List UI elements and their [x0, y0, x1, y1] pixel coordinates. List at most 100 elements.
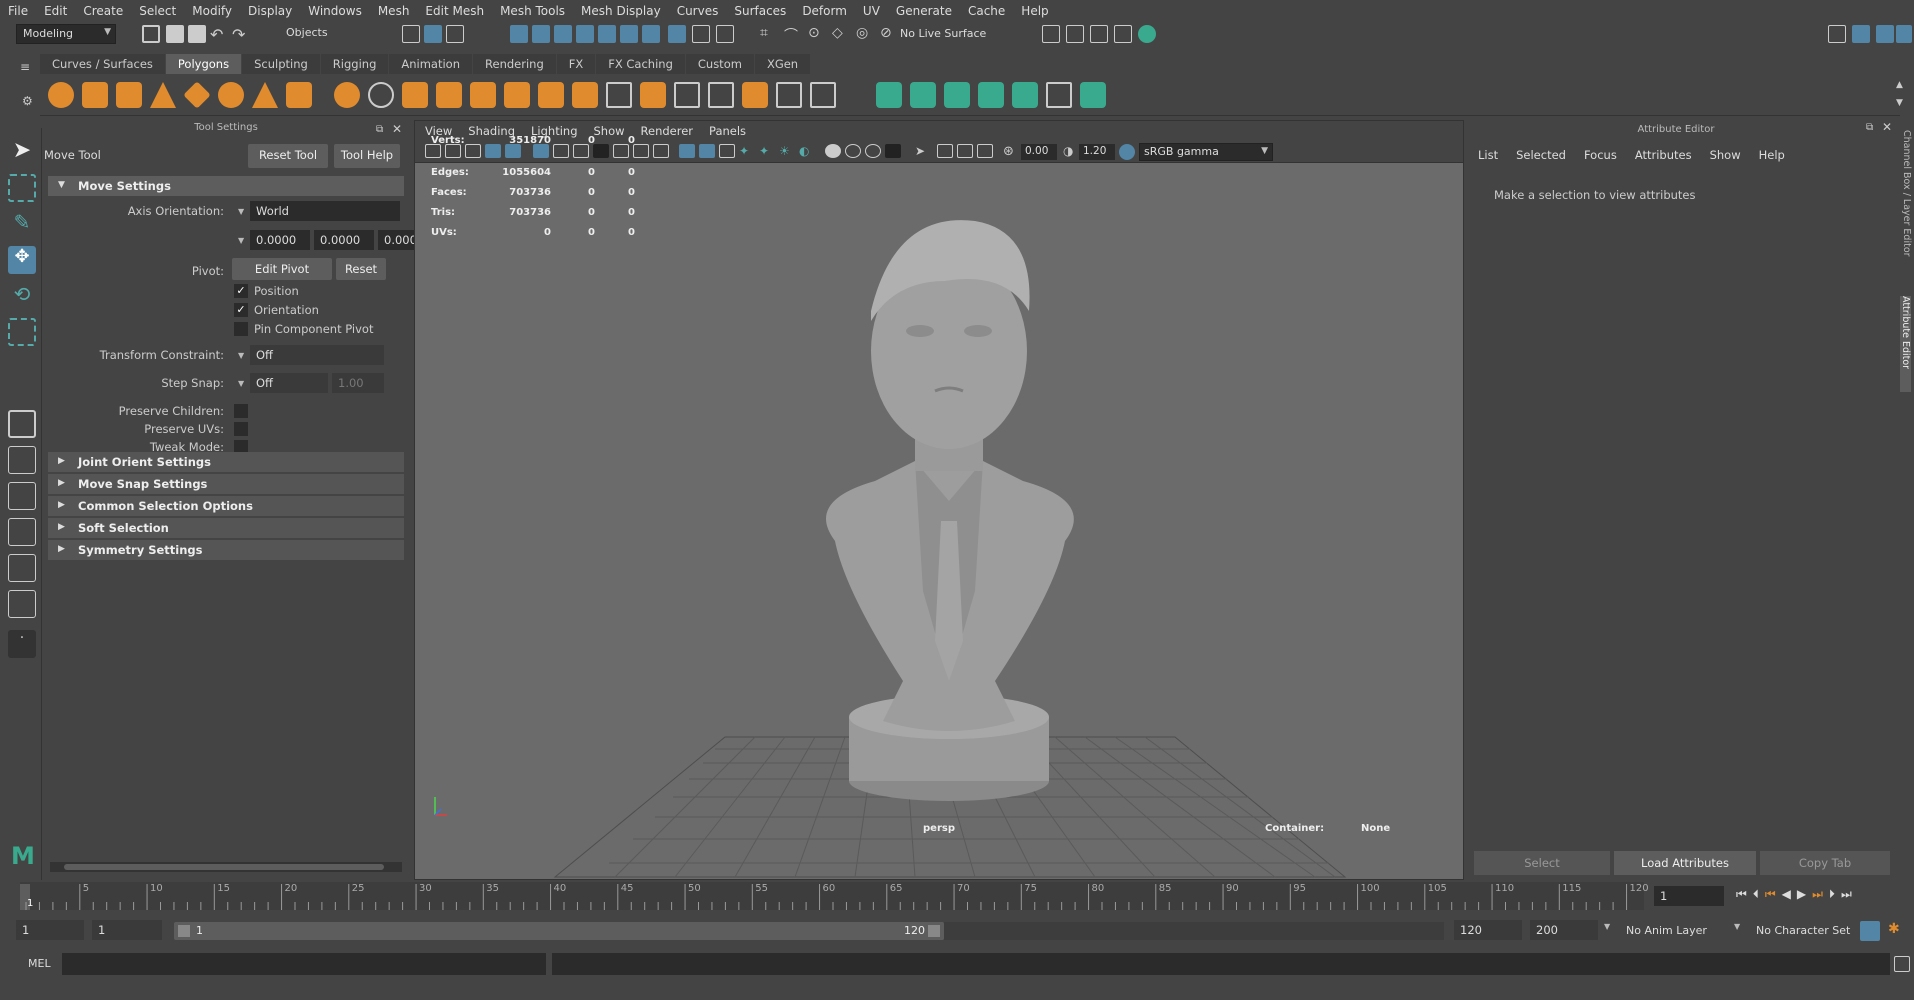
close-icon[interactable]: ✕	[1882, 120, 1892, 134]
horizontal-scrollbar[interactable]	[50, 862, 402, 872]
ae-tab-help[interactable]: Help	[1759, 148, 1785, 162]
shelf-tab-custom[interactable]: Custom	[685, 54, 754, 74]
persp-outliner-icon[interactable]	[8, 482, 36, 510]
poly-cone-icon[interactable]	[150, 82, 176, 108]
menu-cache[interactable]: Cache	[968, 4, 1005, 18]
range-end-handle[interactable]	[928, 925, 940, 937]
select-edge-icon[interactable]	[532, 25, 550, 43]
auto-key-icon[interactable]	[1860, 921, 1880, 941]
make-live-icon[interactable]: ⊘	[880, 25, 898, 43]
shelf-tab-fx-caching[interactable]: FX Caching	[596, 54, 685, 74]
save-scene-icon[interactable]	[188, 25, 206, 43]
copy-tab-button[interactable]: Copy Tab	[1760, 851, 1890, 875]
ae-tab-show[interactable]: Show	[1710, 148, 1741, 162]
shelf-tab-xgen[interactable]: XGen	[754, 54, 811, 74]
single-perspective-icon[interactable]	[8, 410, 36, 438]
chevron-down-icon[interactable]: ▼	[1604, 922, 1610, 931]
paint-select-icon[interactable]: ✎	[8, 210, 36, 238]
new-scene-icon[interactable]	[142, 25, 160, 43]
select-shell-icon[interactable]	[598, 25, 616, 43]
menu-mesh-display[interactable]: Mesh Display	[581, 4, 661, 18]
scene-end-field[interactable]: 200	[1530, 920, 1598, 940]
play-forward-icon[interactable]: ▶	[1797, 887, 1812, 901]
scene-canvas[interactable]	[415, 121, 1464, 880]
snap-point-icon[interactable]: ⊙	[808, 25, 826, 43]
command-input[interactable]	[62, 953, 546, 975]
lasso-tool-icon[interactable]	[8, 174, 36, 202]
four-view-icon[interactable]	[8, 446, 36, 474]
lock-selection-icon[interactable]	[692, 25, 710, 43]
move-tool-icon[interactable]: ✥	[8, 246, 36, 274]
hypershade-icon[interactable]	[1138, 25, 1156, 43]
more-layouts-icon[interactable]: ·	[8, 630, 36, 658]
chevron-down-icon[interactable]: ▼	[238, 236, 244, 245]
append-icon[interactable]	[674, 82, 700, 108]
chevron-down-icon[interactable]: ▼	[238, 379, 244, 388]
axis-orientation-field[interactable]: World	[250, 201, 400, 221]
open-scene-icon[interactable]	[166, 25, 184, 43]
range-track[interactable]	[944, 922, 1444, 940]
auto-uv-icon[interactable]	[978, 82, 1004, 108]
layout-three-icon[interactable]	[1896, 25, 1912, 43]
cylindrical-uv-icon[interactable]	[910, 82, 936, 108]
shelf-tab-curves-surfaces[interactable]: Curves / Surfaces	[40, 54, 165, 74]
go-to-start-icon[interactable]: ⏮	[1736, 887, 1753, 901]
anim-layer-label[interactable]: No Anim Layer	[1626, 924, 1707, 937]
menu-display[interactable]: Display	[248, 4, 292, 18]
play-backward-icon[interactable]: ◀	[1782, 887, 1797, 901]
current-frame-field[interactable]: 1	[1654, 886, 1724, 906]
ae-tab-attributes[interactable]: Attributes	[1635, 148, 1692, 162]
render-settings-icon[interactable]	[1114, 25, 1132, 43]
snap-live-icon[interactable]: ◎	[856, 25, 874, 43]
attribute-editor-tab[interactable]: Attribute Editor	[1900, 296, 1911, 392]
select-by-hierarchy-icon[interactable]	[402, 25, 420, 43]
position-checkbox[interactable]: ✓	[234, 284, 248, 298]
animation-prefs-icon[interactable]: ✱	[1888, 921, 1906, 939]
close-icon[interactable]: ✕	[392, 122, 402, 136]
move-settings-section[interactable]: ▼ Move Settings	[48, 176, 404, 196]
multi-cut-icon[interactable]	[538, 82, 564, 108]
select-by-object-icon[interactable]	[424, 25, 442, 43]
tool-help-button[interactable]: Tool Help	[334, 144, 400, 168]
chevron-down-icon[interactable]: ▼	[238, 351, 244, 360]
menuset-dropdown[interactable]: Modeling ▼	[16, 24, 116, 44]
menu-curves[interactable]: Curves	[677, 4, 719, 18]
persp-hypershade-icon[interactable]	[8, 554, 36, 582]
select-misc-icon[interactable]	[620, 25, 638, 43]
collapse-icon[interactable]	[810, 82, 836, 108]
menu-select[interactable]: Select	[139, 4, 176, 18]
step-back-frame-icon[interactable]: ⏮	[1765, 887, 1782, 901]
range-bar[interactable]: 1 120	[174, 922, 944, 940]
combine-icon[interactable]	[334, 82, 360, 108]
step-forward-key-icon[interactable]: ⏵	[1829, 887, 1841, 901]
bevel-icon[interactable]	[640, 82, 666, 108]
target-weld-icon[interactable]	[776, 82, 802, 108]
poly-torus-icon[interactable]	[218, 82, 244, 108]
workspace-icon[interactable]	[1828, 25, 1846, 43]
snap-grid-icon[interactable]: ⌗	[760, 25, 778, 43]
menu-uv[interactable]: UV	[863, 4, 880, 18]
scrollbar-thumb[interactable]	[64, 864, 384, 870]
mirror-icon[interactable]	[504, 82, 530, 108]
menu-mesh[interactable]: Mesh	[378, 4, 410, 18]
common-selection-options-section[interactable]: ▶ Common Selection Options	[48, 496, 404, 516]
shelf-tab-fx[interactable]: FX	[556, 54, 596, 74]
spherical-uv-icon[interactable]	[944, 82, 970, 108]
poly-sphere-icon[interactable]	[48, 82, 74, 108]
move-snap-settings-section[interactable]: ▶ Move Snap Settings	[48, 474, 404, 494]
menu-edit-mesh[interactable]: Edit Mesh	[425, 4, 484, 18]
ae-tab-selected[interactable]: Selected	[1516, 148, 1566, 162]
time-slider[interactable]: 1 5 10 15 20 25 30 35 40 45 50 55 60 65 70 75 80 85 90 95 1…	[20, 882, 1649, 910]
menu-mesh-tools[interactable]: Mesh Tools	[500, 4, 565, 18]
poly-cube-icon[interactable]	[82, 82, 108, 108]
channel-box-tab[interactable]: Channel Box / Layer Editor	[1901, 130, 1912, 290]
menu-create[interactable]: Create	[83, 4, 123, 18]
orientation-checkbox[interactable]: ✓	[234, 303, 248, 317]
fill-hole-icon[interactable]	[708, 82, 734, 108]
poly-pipe-icon[interactable]	[286, 82, 312, 108]
soft-selection-section[interactable]: ▶ Soft Selection	[48, 518, 404, 538]
shelf-tab-polygons[interactable]: Polygons	[165, 54, 242, 74]
step-snap-value[interactable]: 1.00	[332, 373, 384, 393]
planar-uv-icon[interactable]	[876, 82, 902, 108]
step-snap-field[interactable]: Off	[250, 373, 328, 393]
